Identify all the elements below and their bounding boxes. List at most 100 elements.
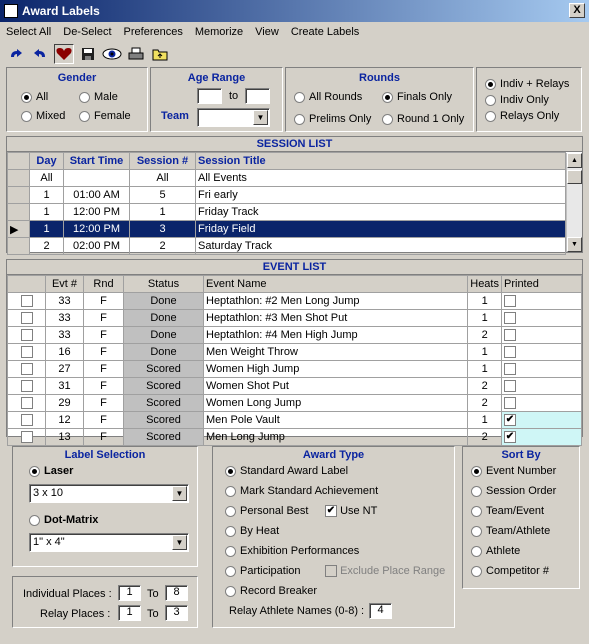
rounds-all-radio[interactable] [294, 91, 305, 103]
award-personal-best-radio[interactable] [225, 505, 236, 517]
rounds-round1[interactable]: Round 1 Only [382, 113, 464, 125]
printed-checkbox[interactable] [504, 312, 516, 325]
sort-team-event[interactable]: Team/Event [471, 505, 544, 517]
gender-female-radio[interactable] [79, 110, 90, 122]
row-selector[interactable]: ▶ [7, 220, 30, 238]
close-button[interactable]: X [569, 3, 585, 18]
sort-session-order[interactable]: Session Order [471, 485, 556, 497]
event-select-checkbox[interactable] [20, 329, 33, 342]
redo-icon[interactable] [6, 44, 26, 64]
event-select-checkbox[interactable] [20, 380, 33, 393]
individual-to-input[interactable]: 8 [165, 585, 188, 601]
event-printed-cell[interactable] [501, 377, 582, 395]
event-select-cell[interactable] [7, 326, 46, 344]
event-select-cell[interactable] [7, 428, 46, 446]
col-session-title[interactable]: Session Title [195, 152, 566, 170]
col-session-num[interactable]: Session # [129, 152, 196, 170]
printed-checkbox[interactable] [504, 380, 516, 393]
sort-event-number[interactable]: Event Number [471, 465, 556, 477]
printed-checkbox[interactable] [504, 397, 516, 410]
sort-team-athlete-radio[interactable] [471, 525, 482, 537]
printed-checkbox[interactable] [504, 346, 516, 359]
gender-female[interactable]: Female [79, 110, 131, 122]
event-printed-cell[interactable] [501, 292, 582, 310]
session-row[interactable]: 1 01:00 AM 5 Fri early [7, 186, 566, 204]
event-printed-cell[interactable] [501, 360, 582, 378]
award-record-breaker-radio[interactable] [225, 585, 236, 597]
team-select[interactable]: ▼ [197, 108, 270, 127]
sort-team-athlete[interactable]: Team/Athlete [471, 525, 550, 537]
menu-deselect[interactable]: De-Select [63, 26, 111, 38]
rounds-finals[interactable]: Finals Only [382, 91, 452, 103]
filter-indiv-relays[interactable]: Indiv + Relays [485, 78, 569, 90]
save-icon[interactable] [78, 44, 98, 64]
chevron-down-icon[interactable]: ▼ [172, 486, 187, 501]
col-start-time[interactable]: Start Time [63, 152, 130, 170]
award-standard-radio[interactable] [225, 465, 236, 477]
print-icon[interactable] [126, 44, 146, 64]
award-by-heat-radio[interactable] [225, 525, 236, 537]
event-printed-cell[interactable] [501, 326, 582, 344]
event-printed-cell[interactable]: ✔ [501, 411, 582, 429]
filter-indiv-only[interactable]: Indiv Only [485, 94, 549, 106]
col-printed[interactable]: Printed [501, 275, 582, 293]
event-select-cell[interactable] [7, 394, 46, 412]
row-selector[interactable] [7, 169, 30, 187]
event-select-checkbox[interactable] [20, 414, 33, 427]
col-heats[interactable]: Heats [467, 275, 502, 293]
event-select-checkbox[interactable] [20, 312, 33, 325]
rounds-round1-radio[interactable] [382, 113, 393, 125]
exclude-place-range-checkbox[interactable] [325, 565, 337, 578]
menu-create-labels[interactable]: Create Labels [291, 26, 360, 38]
event-select-checkbox[interactable] [20, 397, 33, 410]
relay-to-input[interactable]: 3 [165, 605, 188, 621]
undo-icon[interactable] [30, 44, 50, 64]
age-from-input[interactable] [197, 88, 222, 104]
age-to-input[interactable] [245, 88, 270, 104]
use-nt-option[interactable]: ✔ Use NT [325, 505, 377, 518]
session-row[interactable]: 2 02:00 PM 2 Saturday Track [7, 237, 566, 255]
award-by-heat[interactable]: By Heat [225, 525, 279, 537]
sort-team-event-radio[interactable] [471, 505, 482, 517]
award-mark-standard-radio[interactable] [225, 485, 236, 497]
event-row[interactable]: 33 F Done Heptathlon: #3 Men Shot Put 1 [7, 309, 582, 327]
gender-all-radio[interactable] [21, 91, 32, 103]
scroll-down-icon[interactable]: ▼ [567, 237, 582, 252]
laser-option[interactable]: Laser [29, 465, 73, 477]
event-select-checkbox[interactable] [20, 431, 33, 444]
award-participation[interactable]: Participation [225, 565, 301, 577]
gender-all[interactable]: All [21, 91, 48, 103]
filter-indiv-only-radio[interactable] [485, 94, 496, 106]
award-mark-standard[interactable]: Mark Standard Achievement [225, 485, 378, 497]
event-row[interactable]: 33 F Done Heptathlon: #4 Men High Jump 2 [7, 326, 582, 344]
rounds-finals-radio[interactable] [382, 91, 393, 103]
event-select-cell[interactable] [7, 292, 46, 310]
rounds-prelims[interactable]: Prelims Only [294, 113, 371, 125]
session-row[interactable]: ▶ 1 12:00 PM 3 Friday Field [7, 220, 566, 238]
dot-matrix-format-select[interactable]: 1" x 4" ▼ [29, 533, 189, 552]
event-select-cell[interactable] [7, 377, 46, 395]
rounds-prelims-radio[interactable] [294, 113, 305, 125]
printed-checkbox[interactable]: ✔ [504, 431, 516, 444]
chevron-down-icon[interactable]: ▼ [253, 110, 268, 125]
folder-up-icon[interactable] [150, 44, 170, 64]
gender-mixed[interactable]: Mixed [21, 110, 65, 122]
chevron-down-icon[interactable]: ▼ [172, 535, 187, 550]
individual-from-input[interactable]: 1 [118, 585, 141, 601]
session-row[interactable]: All All All Events [7, 169, 566, 187]
award-exhibition-radio[interactable] [225, 545, 236, 557]
sort-athlete[interactable]: Athlete [471, 545, 520, 557]
use-nt-checkbox[interactable]: ✔ [325, 505, 337, 518]
col-rnd[interactable]: Rnd [83, 275, 124, 293]
session-scrollbar[interactable]: ▲ ▼ [566, 153, 582, 252]
gender-male[interactable]: Male [79, 91, 118, 103]
relay-from-input[interactable]: 1 [118, 605, 141, 621]
menu-preferences[interactable]: Preferences [124, 26, 183, 38]
sort-session-order-radio[interactable] [471, 485, 482, 497]
exclude-place-range-option[interactable]: Exclude Place Range [325, 565, 445, 578]
col-event-name[interactable]: Event Name [202, 275, 469, 293]
heart-icon[interactable] [54, 44, 74, 64]
sort-competitor-num[interactable]: Competitor # [471, 565, 549, 577]
event-select-checkbox[interactable] [20, 346, 33, 359]
event-printed-cell[interactable] [501, 309, 582, 327]
